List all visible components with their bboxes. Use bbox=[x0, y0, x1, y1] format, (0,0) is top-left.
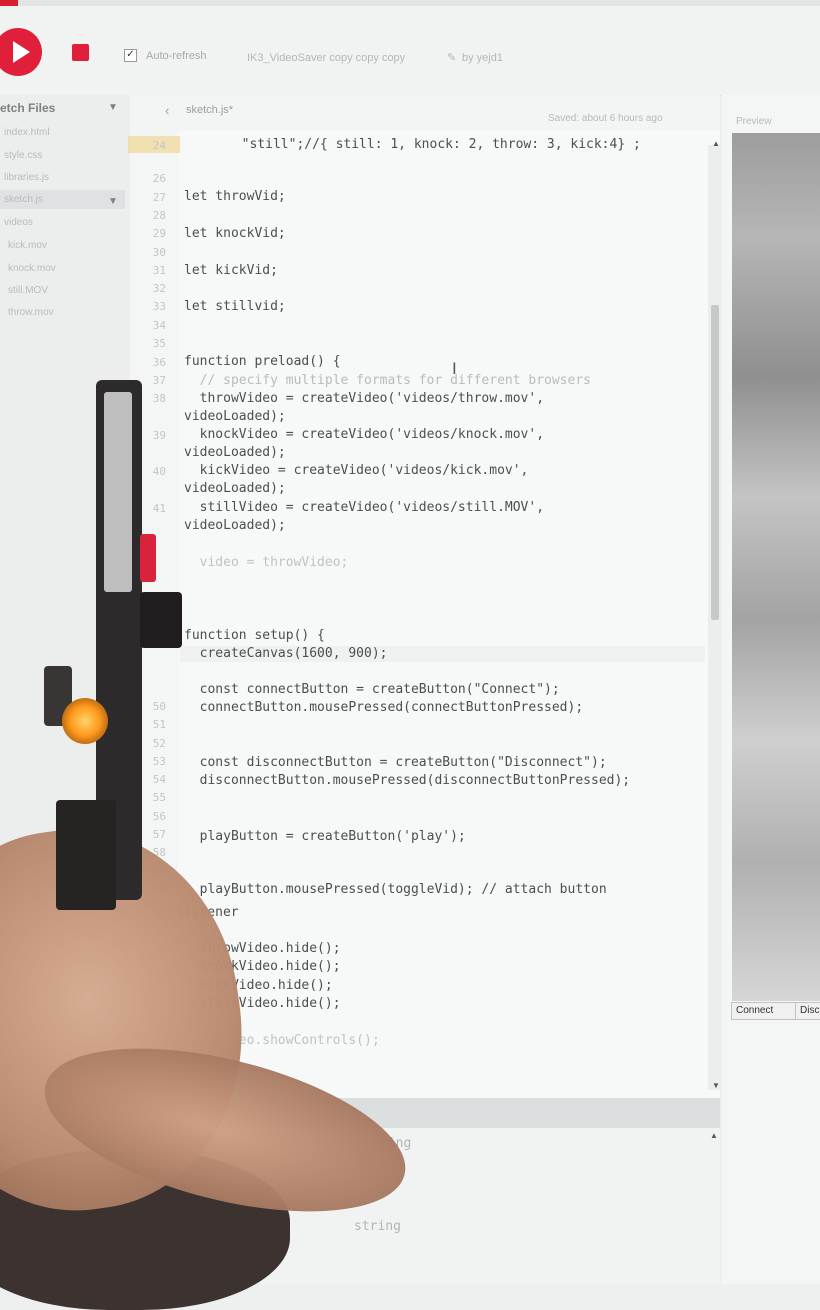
code-line[interactable]: throwVideo = createVideo('videos/throw.m… bbox=[184, 391, 544, 406]
line-number: 30 bbox=[152, 246, 166, 259]
sidebar-menu-icon[interactable]: ▼ bbox=[108, 102, 118, 113]
line-number: 55 bbox=[152, 791, 166, 804]
sidebar-folder-videos[interactable]: videos bbox=[4, 217, 33, 228]
code-line[interactable]: videoLoaded); bbox=[184, 518, 286, 533]
collapse-sidebar-icon[interactable]: ‹ bbox=[165, 103, 169, 118]
line-number: 56 bbox=[152, 810, 166, 823]
device-strip bbox=[104, 392, 132, 592]
device-black-component bbox=[140, 592, 182, 648]
console-scroll-up-arrow[interactable]: ▲ bbox=[710, 1131, 718, 1140]
line-number: 29 bbox=[152, 227, 166, 240]
code-line[interactable]: knockVideo = createVideo('videos/knock.m… bbox=[184, 427, 544, 442]
code-line[interactable]: videoLoaded); bbox=[184, 445, 286, 460]
line-number: 51 bbox=[152, 718, 166, 731]
device-led-light bbox=[62, 698, 108, 744]
preview-label: Preview bbox=[736, 116, 772, 127]
code-line[interactable]: connectButton.mousePressed(connectButton… bbox=[184, 700, 584, 715]
sidebar-item-throw-mov[interactable]: throw.mov bbox=[8, 307, 54, 318]
browser-tab-indicator bbox=[0, 0, 18, 6]
line-number: 54 bbox=[152, 773, 166, 786]
line-number: 52 bbox=[152, 737, 166, 750]
editor-tab-sketch-js[interactable]: sketch.js* bbox=[186, 104, 233, 116]
sidebar-item-libraries-js[interactable]: libraries.js bbox=[4, 172, 49, 183]
sketch-owner[interactable]: by yejd1 bbox=[462, 52, 503, 64]
stop-button[interactable] bbox=[72, 44, 89, 61]
scroll-up-arrow[interactable]: ▲ bbox=[712, 139, 720, 148]
code-line[interactable]: kickVideo = createVideo('videos/kick.mov… bbox=[184, 463, 529, 478]
code-line[interactable]: let kickVid; bbox=[184, 263, 278, 278]
code-line[interactable]: stillVideo = createVideo('videos/still.M… bbox=[184, 500, 544, 515]
sidebar-item-sketch-js[interactable]: sketch.js bbox=[4, 194, 43, 205]
line-number: 37 bbox=[152, 374, 166, 387]
device-base bbox=[56, 800, 116, 910]
line-number: 38 bbox=[152, 392, 166, 405]
file-options-icon[interactable]: ▼ bbox=[108, 196, 118, 207]
console-line: string bbox=[354, 1219, 401, 1234]
auto-refresh-checkbox[interactable]: ✓ bbox=[124, 49, 137, 62]
device-red-component bbox=[140, 534, 156, 582]
saved-status: Saved: about 6 hours ago bbox=[548, 113, 663, 124]
code-line[interactable]: playButton.mousePressed(toggleVid); // a… bbox=[184, 882, 607, 897]
sidebar-item-kick-mov[interactable]: kick.mov bbox=[8, 240, 47, 251]
line-number: 31 bbox=[152, 264, 166, 277]
code-line[interactable]: playButton = createButton('play'); bbox=[184, 829, 466, 844]
preview-disconnect-button[interactable]: Disconnect bbox=[795, 1002, 820, 1020]
code-line[interactable]: function preload() { bbox=[184, 354, 341, 369]
code-line[interactable]: const connectButton = createButton("Conn… bbox=[184, 682, 560, 697]
code-line[interactable]: "still";//{ still: 1, knock: 2, throw: 3… bbox=[226, 137, 641, 152]
sidebar-item-knock-mov[interactable]: knock.mov bbox=[8, 263, 56, 274]
sketch-title[interactable]: IK3_VideoSaver copy copy copy bbox=[247, 52, 405, 64]
code-line[interactable]: let throwVid; bbox=[184, 189, 286, 204]
line-number: 33 bbox=[152, 300, 166, 313]
line-number: 28 bbox=[152, 209, 166, 222]
line-number: 27 bbox=[152, 191, 166, 204]
code-line[interactable]: videoLoaded); bbox=[184, 481, 286, 496]
code-line[interactable]: video = throwVideo; bbox=[184, 555, 349, 570]
line-number: 53 bbox=[152, 755, 166, 768]
line-number: 35 bbox=[152, 337, 166, 350]
line-number: 41 bbox=[152, 502, 166, 515]
sidebar-item-style-css[interactable]: style.css bbox=[4, 150, 42, 161]
code-line[interactable]: function setup() { bbox=[184, 628, 325, 643]
auto-refresh-label: Auto-refresh bbox=[146, 50, 207, 62]
line-number: 36 bbox=[152, 356, 166, 369]
code-line[interactable]: disconnectButton.mousePressed(disconnect… bbox=[184, 773, 630, 788]
top-toolbar bbox=[0, 0, 820, 96]
code-line[interactable]: let stillvid; bbox=[184, 299, 286, 314]
browser-tab-strip bbox=[0, 0, 820, 6]
line-number: 24 bbox=[152, 139, 166, 152]
line-number: 50 bbox=[152, 700, 166, 713]
mouse-cursor-icon: I bbox=[452, 359, 457, 378]
line-number: 26 bbox=[152, 172, 166, 185]
sidebar-item-still-mov[interactable]: still.MOV bbox=[8, 285, 48, 296]
preview-connect-button[interactable]: Connect bbox=[731, 1002, 797, 1020]
code-line[interactable]: let knockVid; bbox=[184, 226, 286, 241]
code-comment[interactable]: // specify multiple formats for differen… bbox=[184, 373, 591, 388]
play-icon bbox=[12, 41, 30, 63]
sidebar-item-index-html[interactable]: index.html bbox=[4, 127, 50, 138]
line-number: 40 bbox=[152, 465, 166, 478]
scroll-down-arrow[interactable]: ▼ bbox=[712, 1081, 720, 1090]
editor-scrollbar-thumb[interactable] bbox=[711, 305, 719, 620]
sketch-files-header[interactable]: etch Files bbox=[0, 101, 55, 115]
line-number: 57 bbox=[152, 828, 166, 841]
line-number: 34 bbox=[152, 319, 166, 332]
line-number: 32 bbox=[152, 282, 166, 295]
edit-title-icon[interactable]: ✎ bbox=[447, 51, 456, 64]
code-line[interactable]: const disconnectButton = createButton("D… bbox=[184, 755, 607, 770]
code-line[interactable]: createCanvas(1600, 900); bbox=[184, 646, 388, 661]
line-number: 39 bbox=[152, 429, 166, 442]
code-line[interactable]: videoLoaded); bbox=[184, 409, 286, 424]
preview-video-canvas bbox=[732, 133, 820, 1001]
